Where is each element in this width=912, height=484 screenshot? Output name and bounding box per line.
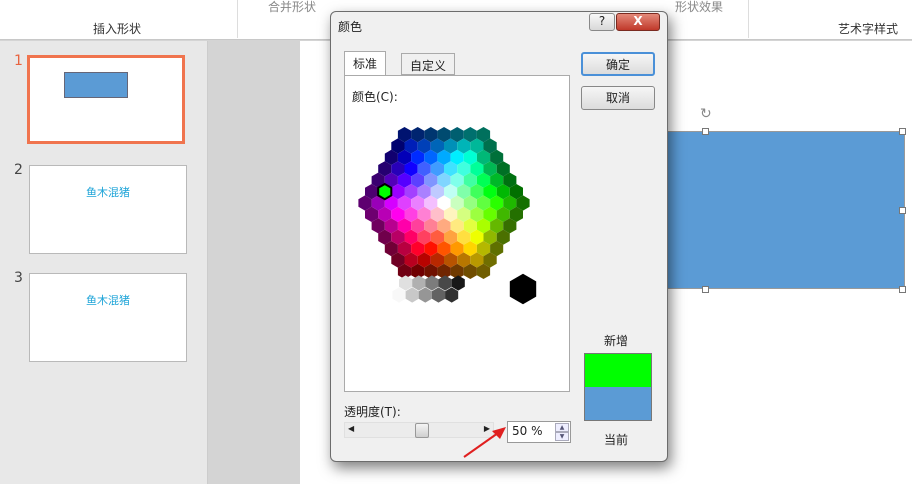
tab-standard[interactable]: 标准: [344, 51, 387, 75]
slide-title: 鱼木混猪: [86, 294, 130, 307]
gray-swatch[interactable]: [399, 275, 413, 291]
red-arrow-annotation: [463, 427, 506, 458]
gray-swatch[interactable]: [445, 287, 459, 303]
gray-swatch[interactable]: [438, 275, 452, 291]
slide-thumbnail-3[interactable]: 鱼木混猪: [29, 273, 187, 362]
thumbnail-shape: [64, 72, 128, 98]
standard-panel: 颜色(C):: [344, 75, 570, 392]
slide-thumbnail-pane: 1 2 鱼木混猪 3 鱼木混猪: [0, 41, 208, 484]
rotate-handle-icon[interactable]: ↻: [700, 106, 712, 122]
color-preview: [584, 353, 652, 421]
spin-up-icon[interactable]: ▲: [555, 423, 569, 432]
new-color-label: 新增: [604, 334, 629, 348]
resize-handle[interactable]: [899, 286, 906, 293]
gray-swatch[interactable]: [425, 275, 439, 291]
transparency-value[interactable]: 50 %: [512, 424, 543, 438]
close-button[interactable]: X: [616, 13, 660, 31]
color-dialog: 颜色 ? X 标准 自定义 颜色(C): 确定 取消 新增 当前 透明度(T):…: [330, 11, 668, 462]
black-swatch[interactable]: [509, 273, 537, 305]
slider-left-arrow-icon[interactable]: ◀: [348, 424, 354, 433]
transparency-input[interactable]: 50 % ▲ ▼: [507, 421, 571, 443]
resize-handle[interactable]: [899, 128, 906, 135]
shape-effects-button[interactable]: 形状效果: [675, 0, 723, 15]
resize-handle[interactable]: [899, 207, 906, 214]
tab-custom[interactable]: 自定义: [401, 53, 456, 75]
slide-thumbnail-1[interactable]: [27, 55, 185, 144]
selected-color-swatch[interactable]: [377, 182, 393, 201]
gray-swatch[interactable]: [412, 275, 426, 291]
slide-number: 3: [14, 270, 23, 286]
new-color-swatch: [585, 354, 651, 387]
ok-button[interactable]: 确定: [581, 52, 655, 76]
gray-swatch[interactable]: [431, 287, 446, 303]
transparency-label: 透明度(T):: [344, 405, 401, 419]
cancel-button[interactable]: 取消: [581, 86, 655, 110]
merge-shapes-button[interactable]: 合并形状: [268, 0, 316, 15]
dialog-title: 颜色: [338, 20, 363, 34]
insert-shapes-group-label: 插入形状: [93, 22, 142, 36]
gray-swatch[interactable]: [451, 275, 465, 291]
color-hexagon-picker[interactable]: [345, 101, 569, 361]
current-color-label: 当前: [604, 433, 629, 447]
wordart-styles-group-label: 艺术字样式: [838, 22, 899, 36]
gray-swatch[interactable]: [418, 287, 432, 303]
resize-handle[interactable]: [702, 286, 709, 293]
slide-title: 鱼木混猪: [86, 186, 130, 199]
gray-swatch[interactable]: [392, 287, 406, 303]
gray-swatch[interactable]: [405, 287, 419, 303]
selected-rectangle-shape[interactable]: [665, 131, 905, 289]
divider: [237, 0, 238, 38]
divider: [748, 0, 749, 38]
slider-thumb[interactable]: [415, 423, 429, 438]
help-button[interactable]: ?: [589, 13, 615, 31]
slide-number: 2: [14, 162, 23, 178]
slide-number: 1: [14, 53, 23, 69]
resize-handle[interactable]: [702, 128, 709, 135]
slide-thumbnail-2[interactable]: 鱼木混猪: [29, 165, 187, 254]
spin-down-icon[interactable]: ▼: [555, 432, 569, 441]
current-color-swatch: [585, 387, 651, 420]
